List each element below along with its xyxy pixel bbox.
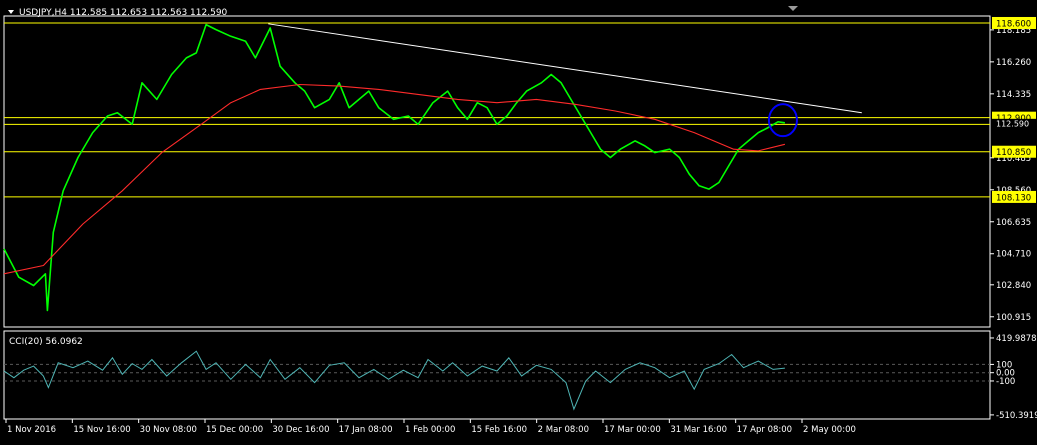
y-tick-label: 114.335	[996, 90, 1031, 100]
cci-tick-label: -100	[996, 377, 1015, 387]
cci-tick-label: -510.3919	[996, 411, 1037, 421]
y-tick-label: 116.260	[996, 58, 1031, 68]
x-tick-label: 1 Nov 2016	[7, 425, 56, 435]
chart-header: USDJPY,H4 112.585 112.653 112.563 112.59…	[8, 6, 798, 347]
price-series-line	[3, 23, 786, 312]
y-tick-label: 100.915	[996, 313, 1031, 323]
moving-average-line	[3, 83, 786, 275]
time-axis: 1 Nov 2016 15 Nov 16:00 30 Nov 08:00 15 Dec…	[5, 419, 856, 435]
current-price-label: 112.590	[996, 119, 1029, 128]
x-tick-label: 2 Mar 08:00	[538, 425, 589, 435]
cci-series-line	[3, 350, 785, 411]
x-tick-label: 31 Mar 16:00	[670, 425, 727, 435]
x-tick-label: 17 Apr 08:00	[737, 425, 792, 435]
chart-window[interactable]: 118.185 116.260 114.335 110.485 108.560 106.6…	[0, 0, 1037, 441]
x-tick-label: 30 Nov 08:00	[140, 425, 197, 435]
price-panel-frame	[3, 15, 991, 328]
x-tick-label: 17 Mar 00:00	[604, 425, 661, 435]
chart-canvas[interactable]: 118.185116.260114.335110.485108.560106.6…	[0, 0, 1037, 441]
highlight-circle	[767, 103, 798, 138]
x-tick-label: 15 Nov 16:00	[73, 425, 130, 435]
y-tick-label: 104.710	[996, 250, 1031, 260]
y-tick-label: 106.635	[996, 218, 1031, 228]
trendline[interactable]	[268, 23, 862, 114]
price-chart[interactable]: 118.185116.260114.335110.485108.560106.6…	[3, 15, 1036, 328]
cci-tick-label: 419.9878	[996, 334, 1037, 344]
chart-shift-icon[interactable]	[788, 6, 798, 11]
x-tick-label: 2 May 00:00	[803, 425, 856, 435]
level-price-label: 108.130	[996, 193, 1031, 203]
y-tick-label: 102.840	[996, 281, 1031, 291]
x-tick-label: 30 Dec 16:00	[272, 425, 329, 435]
x-tick-label: 15 Feb 16:00	[471, 425, 527, 435]
x-tick-label: 17 Jan 08:00	[339, 425, 393, 435]
level-price-label: 118.600	[996, 19, 1031, 29]
triangle-down-icon[interactable]	[8, 10, 14, 14]
indicator-title: CCI(20) 56.0962	[9, 337, 83, 347]
x-tick-label: 1 Feb 00:00	[405, 425, 455, 435]
level-price-label: 110.850	[996, 148, 1031, 158]
chart-title: USDJPY,H4 112.585 112.653 112.563 112.59…	[19, 8, 228, 18]
indicator-panel-frame	[3, 330, 991, 420]
x-tick-label: 15 Dec 00:00	[206, 425, 263, 435]
cci-indicator[interactable]: 419.98781000.00-100-510.3919	[3, 330, 1037, 421]
